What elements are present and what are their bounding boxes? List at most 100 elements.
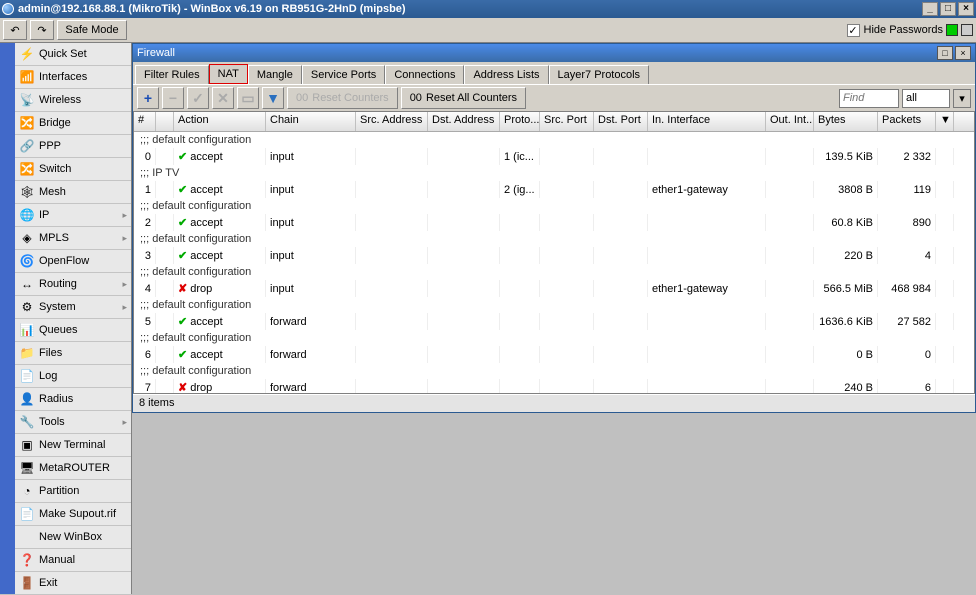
hide-passwords-checkbox[interactable]: ✓	[847, 24, 860, 37]
sidebar-item[interactable]: 🔀Switch	[15, 158, 131, 181]
firewall-tabs: Filter RulesNATMangleService PortsConnec…	[133, 62, 975, 84]
sidebar-item[interactable]: 📄Log	[15, 365, 131, 388]
sidebar-item[interactable]: ▣New Terminal	[15, 434, 131, 457]
column-header[interactable]: Dst. Address	[428, 112, 500, 131]
sidebar-item[interactable]: 🔀Bridge	[15, 112, 131, 135]
table-row[interactable]: 2✔ acceptinput60.8 KiB890	[134, 214, 974, 231]
group-row[interactable]: ;;; default configuration	[134, 264, 974, 280]
group-row[interactable]: ;;; default configuration	[134, 297, 974, 313]
sidebar-item[interactable]: 👤Radius	[15, 388, 131, 411]
reset-all-counters-button[interactable]: 00Reset All Counters	[401, 87, 526, 109]
column-header[interactable]: Out. Int...	[766, 112, 814, 131]
column-header[interactable]: Action	[174, 112, 266, 131]
table-row[interactable]: 4✘ dropinputether1-gateway566.5 MiB468 9…	[134, 280, 974, 297]
close-button[interactable]: ×	[958, 2, 974, 16]
sidebar-label: Quick Set	[39, 48, 87, 60]
tab[interactable]: NAT	[209, 64, 248, 84]
group-row[interactable]: ;;; default configuration	[134, 330, 974, 346]
add-button[interactable]: +	[137, 87, 159, 109]
sidebar-item[interactable]: 🔗PPP	[15, 135, 131, 158]
tab[interactable]: Connections	[385, 65, 464, 84]
filter-button[interactable]: ▼	[262, 87, 284, 109]
firewall-min-button[interactable]: □	[937, 46, 953, 60]
minimize-button[interactable]: _	[922, 2, 938, 16]
redo-button[interactable]: ↷	[30, 20, 54, 40]
firewall-close-button[interactable]: ×	[955, 46, 971, 60]
sidebar-item[interactable]: 🌐IP▸	[15, 204, 131, 227]
column-header[interactable]: In. Interface	[648, 112, 766, 131]
table-row[interactable]: 6✔ acceptforward0 B0	[134, 346, 974, 363]
group-row[interactable]: ;;; default configuration	[134, 231, 974, 247]
group-row[interactable]: ;;; default configuration	[134, 198, 974, 214]
column-header[interactable]	[156, 112, 174, 131]
safemode-button[interactable]: Safe Mode	[57, 20, 127, 40]
find-input[interactable]	[839, 89, 899, 108]
column-header[interactable]: Dst. Port	[594, 112, 648, 131]
undo-button[interactable]: ↶	[3, 20, 27, 40]
cell	[428, 148, 500, 165]
sidebar-item[interactable]: 🕸Mesh	[15, 181, 131, 204]
sidebar-item[interactable]: 🖥MetaROUTER	[15, 457, 131, 480]
sidebar-item[interactable]: ❓Manual	[15, 549, 131, 572]
tab[interactable]: Service Ports	[302, 65, 385, 84]
tab[interactable]: Address Lists	[464, 65, 548, 84]
cell	[428, 280, 500, 297]
cell: 1636.6 KiB	[814, 313, 878, 330]
sidebar-item[interactable]: ◔Partition	[15, 480, 131, 503]
sidebar-item[interactable]: 📶Interfaces	[15, 66, 131, 89]
tab[interactable]: Mangle	[248, 65, 302, 84]
enable-button[interactable]: ✓	[187, 87, 209, 109]
submenu-arrow-icon: ▸	[122, 233, 127, 244]
sidebar-item[interactable]: 📡Wireless	[15, 89, 131, 112]
cell: 0	[878, 346, 936, 363]
column-header[interactable]: Packets	[878, 112, 936, 131]
sidebar-label: Mesh	[39, 186, 66, 198]
column-header[interactable]: Chain	[266, 112, 356, 131]
reset-counters-button[interactable]: 00Reset Counters	[287, 87, 398, 109]
tab[interactable]: Layer7 Protocols	[549, 65, 650, 84]
cell	[156, 280, 174, 297]
filter-combo-arrow[interactable]: ▾	[953, 89, 971, 108]
group-row[interactable]: ;;; default configuration	[134, 132, 974, 148]
cell	[156, 379, 174, 393]
table-row[interactable]: 3✔ acceptinput220 B4	[134, 247, 974, 264]
remove-button[interactable]: −	[162, 87, 184, 109]
grid-header: # ActionChainSrc. AddressDst. AddressProt…	[134, 112, 974, 132]
table-row[interactable]: 1✔ acceptinput2 (ig...ether1-gateway3808…	[134, 181, 974, 198]
filter-combo[interactable]: all	[902, 89, 950, 108]
cell: 566.5 MiB	[814, 280, 878, 297]
app-icon	[2, 3, 14, 15]
cell	[936, 247, 954, 264]
column-header[interactable]: Bytes	[814, 112, 878, 131]
group-row[interactable]: ;;; default configuration	[134, 363, 974, 379]
maximize-button[interactable]: □	[940, 2, 956, 16]
accept-icon: ✔	[178, 249, 187, 262]
cell	[766, 280, 814, 297]
sidebar-item[interactable]: ↔Routing▸	[15, 273, 131, 296]
column-header[interactable]: #	[134, 112, 156, 131]
sidebar-item[interactable]: New WinBox	[15, 526, 131, 549]
sidebar-label: Partition	[39, 485, 79, 497]
disable-button[interactable]: ✕	[212, 87, 234, 109]
sidebar-item[interactable]: 📁Files	[15, 342, 131, 365]
column-header[interactable]: ▼	[936, 112, 954, 131]
sidebar-item[interactable]: ◈MPLS▸	[15, 227, 131, 250]
column-header[interactable]: Proto...	[500, 112, 540, 131]
sidebar-item[interactable]: 🌀OpenFlow	[15, 250, 131, 273]
hide-passwords-label: Hide Passwords	[864, 24, 943, 36]
sidebar-item[interactable]: 📊Queues	[15, 319, 131, 342]
table-row[interactable]: 7✘ dropforward240 B6	[134, 379, 974, 393]
sidebar-item[interactable]: ⚡Quick Set	[15, 43, 131, 66]
column-header[interactable]: Src. Port	[540, 112, 594, 131]
column-header[interactable]: Src. Address	[356, 112, 428, 131]
firewall-titlebar[interactable]: Firewall □ ×	[133, 44, 975, 62]
table-row[interactable]: 0✔ acceptinput1 (ic...139.5 KiB2 332	[134, 148, 974, 165]
table-row[interactable]: 5✔ acceptforward1636.6 KiB27 582	[134, 313, 974, 330]
sidebar-item[interactable]: ⚙System▸	[15, 296, 131, 319]
sidebar-item[interactable]: 🚪Exit	[15, 572, 131, 595]
comment-button[interactable]: ▭	[237, 87, 259, 109]
group-row[interactable]: ;;; IP TV	[134, 165, 974, 181]
sidebar-item[interactable]: 📄Make Supout.rif	[15, 503, 131, 526]
sidebar-item[interactable]: 🔧Tools▸	[15, 411, 131, 434]
tab[interactable]: Filter Rules	[135, 65, 209, 84]
